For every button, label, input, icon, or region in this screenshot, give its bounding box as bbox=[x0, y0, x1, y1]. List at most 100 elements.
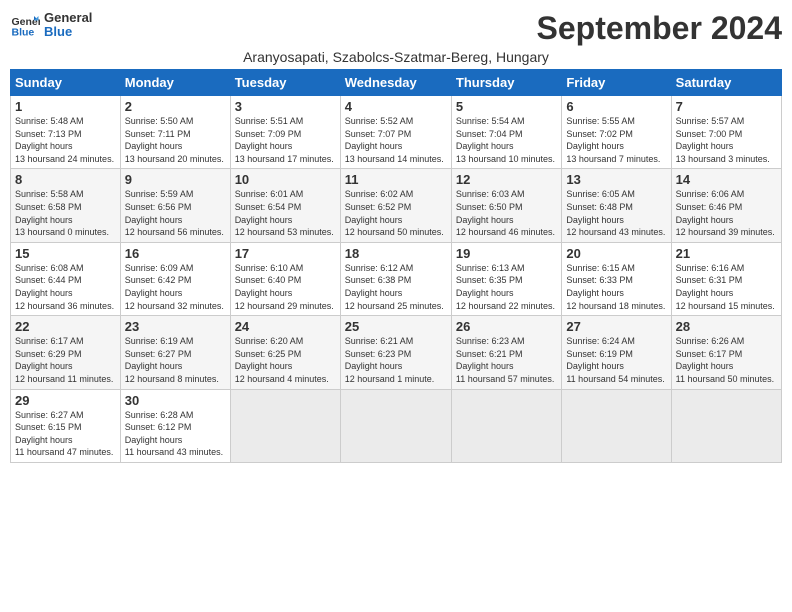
day-number: 12 bbox=[456, 172, 557, 187]
calendar-week-row: 8Sunrise: 5:58 AMSunset: 6:58 PMDaylight… bbox=[11, 169, 782, 242]
day-number: 10 bbox=[235, 172, 336, 187]
logo-text: General Blue bbox=[44, 11, 92, 40]
calendar-cell: 4Sunrise: 5:52 AMSunset: 7:07 PMDaylight… bbox=[340, 96, 451, 169]
day-number: 14 bbox=[676, 172, 777, 187]
calendar-cell: 30Sunrise: 6:28 AMSunset: 6:12 PMDayligh… bbox=[120, 389, 230, 462]
calendar-week-row: 22Sunrise: 6:17 AMSunset: 6:29 PMDayligh… bbox=[11, 316, 782, 389]
day-number: 24 bbox=[235, 319, 336, 334]
calendar-cell bbox=[671, 389, 781, 462]
day-info: Sunrise: 6:08 AMSunset: 6:44 PMDaylight … bbox=[15, 262, 116, 312]
calendar-cell: 9Sunrise: 5:59 AMSunset: 6:56 PMDaylight… bbox=[120, 169, 230, 242]
col-wednesday: Wednesday bbox=[340, 70, 451, 96]
calendar-cell bbox=[451, 389, 561, 462]
calendar-cell: 2Sunrise: 5:50 AMSunset: 7:11 PMDaylight… bbox=[120, 96, 230, 169]
calendar-cell: 5Sunrise: 5:54 AMSunset: 7:04 PMDaylight… bbox=[451, 96, 561, 169]
calendar-cell: 11Sunrise: 6:02 AMSunset: 6:52 PMDayligh… bbox=[340, 169, 451, 242]
day-info: Sunrise: 5:52 AMSunset: 7:07 PMDaylight … bbox=[345, 115, 447, 165]
day-info: Sunrise: 5:48 AMSunset: 7:13 PMDaylight … bbox=[15, 115, 116, 165]
day-info: Sunrise: 6:15 AMSunset: 6:33 PMDaylight … bbox=[566, 262, 666, 312]
calendar-cell: 13Sunrise: 6:05 AMSunset: 6:48 PMDayligh… bbox=[562, 169, 671, 242]
calendar-cell: 17Sunrise: 6:10 AMSunset: 6:40 PMDayligh… bbox=[230, 242, 340, 315]
day-info: Sunrise: 6:16 AMSunset: 6:31 PMDaylight … bbox=[676, 262, 777, 312]
day-info: Sunrise: 6:01 AMSunset: 6:54 PMDaylight … bbox=[235, 188, 336, 238]
calendar-cell: 18Sunrise: 6:12 AMSunset: 6:38 PMDayligh… bbox=[340, 242, 451, 315]
day-number: 27 bbox=[566, 319, 666, 334]
calendar-cell: 28Sunrise: 6:26 AMSunset: 6:17 PMDayligh… bbox=[671, 316, 781, 389]
day-number: 18 bbox=[345, 246, 447, 261]
calendar-cell bbox=[230, 389, 340, 462]
day-number: 9 bbox=[125, 172, 226, 187]
day-info: Sunrise: 6:21 AMSunset: 6:23 PMDaylight … bbox=[345, 335, 447, 385]
day-info: Sunrise: 6:20 AMSunset: 6:25 PMDaylight … bbox=[235, 335, 336, 385]
calendar-week-row: 1Sunrise: 5:48 AMSunset: 7:13 PMDaylight… bbox=[11, 96, 782, 169]
title-section: September 2024 bbox=[537, 10, 782, 47]
day-number: 26 bbox=[456, 319, 557, 334]
col-sunday: Sunday bbox=[11, 70, 121, 96]
day-number: 23 bbox=[125, 319, 226, 334]
col-friday: Friday bbox=[562, 70, 671, 96]
calendar-cell: 27Sunrise: 6:24 AMSunset: 6:19 PMDayligh… bbox=[562, 316, 671, 389]
col-monday: Monday bbox=[120, 70, 230, 96]
svg-text:Blue: Blue bbox=[12, 27, 35, 39]
calendar-cell bbox=[340, 389, 451, 462]
calendar-week-row: 15Sunrise: 6:08 AMSunset: 6:44 PMDayligh… bbox=[11, 242, 782, 315]
day-number: 16 bbox=[125, 246, 226, 261]
day-number: 20 bbox=[566, 246, 666, 261]
day-info: Sunrise: 5:57 AMSunset: 7:00 PMDaylight … bbox=[676, 115, 777, 165]
day-info: Sunrise: 6:23 AMSunset: 6:21 PMDaylight … bbox=[456, 335, 557, 385]
calendar-cell: 1Sunrise: 5:48 AMSunset: 7:13 PMDaylight… bbox=[11, 96, 121, 169]
calendar-cell: 22Sunrise: 6:17 AMSunset: 6:29 PMDayligh… bbox=[11, 316, 121, 389]
day-number: 11 bbox=[345, 172, 447, 187]
calendar-cell: 14Sunrise: 6:06 AMSunset: 6:46 PMDayligh… bbox=[671, 169, 781, 242]
calendar-cell: 29Sunrise: 6:27 AMSunset: 6:15 PMDayligh… bbox=[11, 389, 121, 462]
month-title: September 2024 bbox=[537, 10, 782, 47]
day-info: Sunrise: 6:06 AMSunset: 6:46 PMDaylight … bbox=[676, 188, 777, 238]
day-info: Sunrise: 6:10 AMSunset: 6:40 PMDaylight … bbox=[235, 262, 336, 312]
calendar-cell: 3Sunrise: 5:51 AMSunset: 7:09 PMDaylight… bbox=[230, 96, 340, 169]
day-number: 5 bbox=[456, 99, 557, 114]
day-number: 29 bbox=[15, 393, 116, 408]
location: Aranyosapati, Szabolcs-Szatmar-Bereg, Hu… bbox=[10, 49, 782, 65]
calendar-cell: 16Sunrise: 6:09 AMSunset: 6:42 PMDayligh… bbox=[120, 242, 230, 315]
day-number: 8 bbox=[15, 172, 116, 187]
day-number: 1 bbox=[15, 99, 116, 114]
day-info: Sunrise: 5:59 AMSunset: 6:56 PMDaylight … bbox=[125, 188, 226, 238]
calendar-cell: 6Sunrise: 5:55 AMSunset: 7:02 PMDaylight… bbox=[562, 96, 671, 169]
day-number: 3 bbox=[235, 99, 336, 114]
day-info: Sunrise: 5:51 AMSunset: 7:09 PMDaylight … bbox=[235, 115, 336, 165]
calendar-cell: 24Sunrise: 6:20 AMSunset: 6:25 PMDayligh… bbox=[230, 316, 340, 389]
day-info: Sunrise: 5:54 AMSunset: 7:04 PMDaylight … bbox=[456, 115, 557, 165]
logo-icon: General Blue bbox=[10, 10, 40, 40]
day-number: 15 bbox=[15, 246, 116, 261]
day-number: 22 bbox=[15, 319, 116, 334]
calendar-cell bbox=[562, 389, 671, 462]
day-number: 19 bbox=[456, 246, 557, 261]
day-info: Sunrise: 5:58 AMSunset: 6:58 PMDaylight … bbox=[15, 188, 116, 238]
day-info: Sunrise: 6:17 AMSunset: 6:29 PMDaylight … bbox=[15, 335, 116, 385]
day-info: Sunrise: 6:13 AMSunset: 6:35 PMDaylight … bbox=[456, 262, 557, 312]
logo-general: General bbox=[44, 11, 92, 25]
calendar-week-row: 29Sunrise: 6:27 AMSunset: 6:15 PMDayligh… bbox=[11, 389, 782, 462]
logo: General Blue General Blue bbox=[10, 10, 92, 40]
calendar-cell: 26Sunrise: 6:23 AMSunset: 6:21 PMDayligh… bbox=[451, 316, 561, 389]
col-thursday: Thursday bbox=[451, 70, 561, 96]
day-info: Sunrise: 6:27 AMSunset: 6:15 PMDaylight … bbox=[15, 409, 116, 459]
calendar-cell: 7Sunrise: 5:57 AMSunset: 7:00 PMDaylight… bbox=[671, 96, 781, 169]
calendar-cell: 15Sunrise: 6:08 AMSunset: 6:44 PMDayligh… bbox=[11, 242, 121, 315]
calendar-cell: 25Sunrise: 6:21 AMSunset: 6:23 PMDayligh… bbox=[340, 316, 451, 389]
calendar-cell: 19Sunrise: 6:13 AMSunset: 6:35 PMDayligh… bbox=[451, 242, 561, 315]
calendar-header-row: Sunday Monday Tuesday Wednesday Thursday… bbox=[11, 70, 782, 96]
calendar-cell: 10Sunrise: 6:01 AMSunset: 6:54 PMDayligh… bbox=[230, 169, 340, 242]
day-info: Sunrise: 6:26 AMSunset: 6:17 PMDaylight … bbox=[676, 335, 777, 385]
day-number: 6 bbox=[566, 99, 666, 114]
day-number: 28 bbox=[676, 319, 777, 334]
day-number: 25 bbox=[345, 319, 447, 334]
col-saturday: Saturday bbox=[671, 70, 781, 96]
day-number: 13 bbox=[566, 172, 666, 187]
day-info: Sunrise: 6:28 AMSunset: 6:12 PMDaylight … bbox=[125, 409, 226, 459]
day-number: 21 bbox=[676, 246, 777, 261]
day-info: Sunrise: 6:19 AMSunset: 6:27 PMDaylight … bbox=[125, 335, 226, 385]
day-info: Sunrise: 6:02 AMSunset: 6:52 PMDaylight … bbox=[345, 188, 447, 238]
day-info: Sunrise: 5:50 AMSunset: 7:11 PMDaylight … bbox=[125, 115, 226, 165]
day-number: 4 bbox=[345, 99, 447, 114]
